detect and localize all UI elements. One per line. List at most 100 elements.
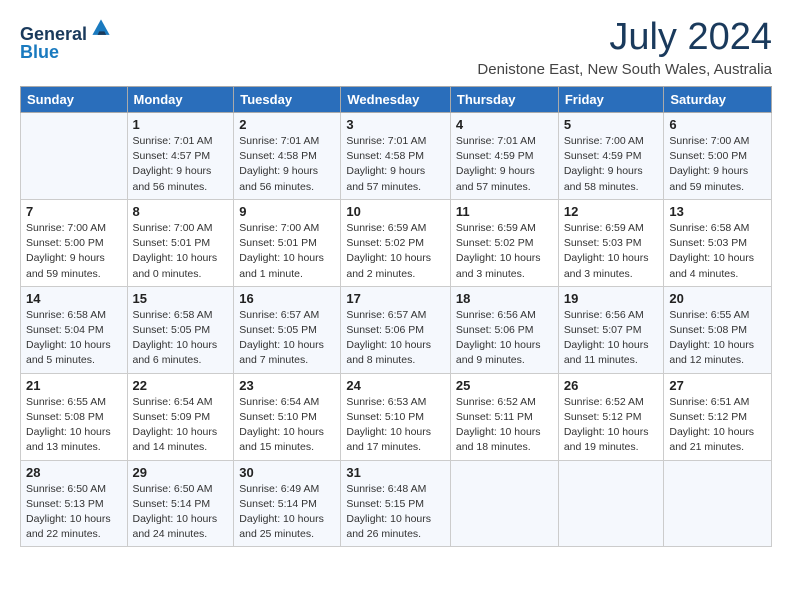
title-block: July 2024 Denistone East, New South Wale… — [477, 16, 772, 78]
day-number: 6 — [669, 117, 766, 132]
calendar-week-row: 21Sunrise: 6:55 AMSunset: 5:08 PMDayligh… — [21, 373, 772, 460]
cell-info: Sunrise: 6:58 AMSunset: 5:04 PMDaylight:… — [26, 308, 122, 369]
calendar-cell: 3 Sunrise: 7:01 AMSunset: 4:58 PMDaylight… — [341, 113, 451, 200]
day-number: 8 — [133, 204, 229, 219]
day-number: 26 — [564, 378, 659, 393]
day-number: 31 — [346, 465, 445, 480]
page-container: General Blue July 2024 Denistone East, N… — [0, 0, 792, 563]
calendar-cell: 1 Sunrise: 7:01 AMSunset: 4:57 PMDaylight… — [127, 113, 234, 200]
cell-info: Sunrise: 7:01 AMSunset: 4:59 PMDaylight:… — [456, 134, 553, 195]
cell-info: Sunrise: 6:52 AMSunset: 5:11 PMDaylight:… — [456, 395, 553, 456]
weekday-header: Thursday — [450, 87, 558, 113]
cell-info: Sunrise: 6:54 AMSunset: 5:09 PMDaylight:… — [133, 395, 229, 456]
cell-info: Sunrise: 6:57 AMSunset: 5:06 PMDaylight:… — [346, 308, 445, 369]
cell-info: Sunrise: 6:55 AMSunset: 5:08 PMDaylight:… — [669, 308, 766, 369]
calendar-cell: 11 Sunrise: 6:59 AMSunset: 5:02 PMDayligh… — [450, 199, 558, 286]
calendar-cell: 21Sunrise: 6:55 AMSunset: 5:08 PMDayligh… — [21, 373, 128, 460]
calendar-header-row: SundayMondayTuesdayWednesdayThursdayFrid… — [21, 87, 772, 113]
calendar-cell — [450, 460, 558, 547]
calendar-cell: 26 Sunrise: 6:52 AMSunset: 5:12 PMDayligh… — [558, 373, 664, 460]
cell-info: Sunrise: 7:01 AMSunset: 4:57 PMDaylight:… — [133, 134, 229, 195]
weekday-header: Sunday — [21, 87, 128, 113]
calendar-cell: 4 Sunrise: 7:01 AMSunset: 4:59 PMDaylight… — [450, 113, 558, 200]
cell-info: Sunrise: 6:52 AMSunset: 5:12 PMDaylight:… — [564, 395, 659, 456]
day-number: 16 — [239, 291, 335, 306]
calendar-cell: 30Sunrise: 6:49 AMSunset: 5:14 PMDayligh… — [234, 460, 341, 547]
day-number: 19 — [564, 291, 659, 306]
cell-info: Sunrise: 6:53 AMSunset: 5:10 PMDaylight:… — [346, 395, 445, 456]
day-number: 1 — [133, 117, 229, 132]
cell-info: Sunrise: 7:01 AMSunset: 4:58 PMDaylight:… — [239, 134, 335, 195]
weekday-header: Friday — [558, 87, 664, 113]
day-number: 20 — [669, 291, 766, 306]
cell-info: Sunrise: 6:50 AMSunset: 5:14 PMDaylight:… — [133, 482, 229, 543]
weekday-header: Wednesday — [341, 87, 451, 113]
day-number: 17 — [346, 291, 445, 306]
calendar-cell: 15Sunrise: 6:58 AMSunset: 5:05 PMDayligh… — [127, 286, 234, 373]
calendar-cell: 6 Sunrise: 7:00 AMSunset: 5:00 PMDaylight… — [664, 113, 772, 200]
day-number: 9 — [239, 204, 335, 219]
day-number: 27 — [669, 378, 766, 393]
day-number: 5 — [564, 117, 659, 132]
calendar-cell: 24 Sunrise: 6:53 AMSunset: 5:10 PMDayligh… — [341, 373, 451, 460]
cell-info: Sunrise: 6:48 AMSunset: 5:15 PMDaylight:… — [346, 482, 445, 543]
weekday-header: Monday — [127, 87, 234, 113]
cell-info: Sunrise: 6:55 AMSunset: 5:08 PMDaylight:… — [26, 395, 122, 456]
day-number: 10 — [346, 204, 445, 219]
calendar-week-row: 14 Sunrise: 6:58 AMSunset: 5:04 PMDayligh… — [21, 286, 772, 373]
cell-info: Sunrise: 6:54 AMSunset: 5:10 PMDaylight:… — [239, 395, 335, 456]
calendar-cell: 7Sunrise: 7:00 AMSunset: 5:00 PMDaylight… — [21, 199, 128, 286]
calendar-cell: 18Sunrise: 6:56 AMSunset: 5:06 PMDayligh… — [450, 286, 558, 373]
calendar-cell: 5 Sunrise: 7:00 AMSunset: 4:59 PMDaylight… — [558, 113, 664, 200]
day-number: 14 — [26, 291, 122, 306]
cell-info: Sunrise: 7:01 AMSunset: 4:58 PMDaylight:… — [346, 134, 445, 195]
cell-info: Sunrise: 6:59 AMSunset: 5:03 PMDaylight:… — [564, 221, 659, 282]
calendar-cell: 19Sunrise: 6:56 AMSunset: 5:07 PMDayligh… — [558, 286, 664, 373]
calendar-cell: 9 Sunrise: 7:00 AMSunset: 5:01 PMDaylight… — [234, 199, 341, 286]
weekday-header: Tuesday — [234, 87, 341, 113]
calendar-cell: 31 Sunrise: 6:48 AMSunset: 5:15 PMDayligh… — [341, 460, 451, 547]
calendar-table: SundayMondayTuesdayWednesdayThursdayFrid… — [20, 86, 772, 547]
day-number: 18 — [456, 291, 553, 306]
day-number: 28 — [26, 465, 122, 480]
calendar-cell: 2 Sunrise: 7:01 AMSunset: 4:58 PMDaylight… — [234, 113, 341, 200]
day-number: 24 — [346, 378, 445, 393]
day-number: 7 — [26, 204, 122, 219]
weekday-header: Saturday — [664, 87, 772, 113]
calendar-cell: 27 Sunrise: 6:51 AMSunset: 5:12 PMDayligh… — [664, 373, 772, 460]
calendar-cell: 10 Sunrise: 6:59 AMSunset: 5:02 PMDayligh… — [341, 199, 451, 286]
cell-info: Sunrise: 6:59 AMSunset: 5:02 PMDaylight:… — [456, 221, 553, 282]
day-number: 22 — [133, 378, 229, 393]
day-number: 15 — [133, 291, 229, 306]
day-number: 12 — [564, 204, 659, 219]
calendar-cell: 13 Sunrise: 6:58 AMSunset: 5:03 PMDayligh… — [664, 199, 772, 286]
calendar-week-row: 7Sunrise: 7:00 AMSunset: 5:00 PMDaylight… — [21, 199, 772, 286]
calendar-cell: 28Sunrise: 6:50 AMSunset: 5:13 PMDayligh… — [21, 460, 128, 547]
month-title: July 2024 — [477, 16, 772, 59]
day-number: 2 — [239, 117, 335, 132]
day-number: 3 — [346, 117, 445, 132]
day-number: 30 — [239, 465, 335, 480]
calendar-cell: 23Sunrise: 6:54 AMSunset: 5:10 PMDayligh… — [234, 373, 341, 460]
day-number: 13 — [669, 204, 766, 219]
cell-info: Sunrise: 7:00 AMSunset: 5:01 PMDaylight:… — [133, 221, 229, 282]
day-number: 4 — [456, 117, 553, 132]
calendar-cell: 29Sunrise: 6:50 AMSunset: 5:14 PMDayligh… — [127, 460, 234, 547]
cell-info: Sunrise: 7:00 AMSunset: 4:59 PMDaylight:… — [564, 134, 659, 195]
cell-info: Sunrise: 6:58 AMSunset: 5:03 PMDaylight:… — [669, 221, 766, 282]
cell-info: Sunrise: 7:00 AMSunset: 5:01 PMDaylight:… — [239, 221, 335, 282]
day-number: 11 — [456, 204, 553, 219]
cell-info: Sunrise: 7:00 AMSunset: 5:00 PMDaylight:… — [669, 134, 766, 195]
cell-info: Sunrise: 6:59 AMSunset: 5:02 PMDaylight:… — [346, 221, 445, 282]
cell-info: Sunrise: 6:51 AMSunset: 5:12 PMDaylight:… — [669, 395, 766, 456]
calendar-cell: 22 Sunrise: 6:54 AMSunset: 5:09 PMDayligh… — [127, 373, 234, 460]
logo-icon — [89, 16, 113, 40]
calendar-cell: 16Sunrise: 6:57 AMSunset: 5:05 PMDayligh… — [234, 286, 341, 373]
calendar-week-row: 1 Sunrise: 7:01 AMSunset: 4:57 PMDaylight… — [21, 113, 772, 200]
calendar-cell — [21, 113, 128, 200]
calendar-cell: 14 Sunrise: 6:58 AMSunset: 5:04 PMDayligh… — [21, 286, 128, 373]
calendar-cell: 17 Sunrise: 6:57 AMSunset: 5:06 PMDayligh… — [341, 286, 451, 373]
calendar-cell — [664, 460, 772, 547]
calendar-cell: 8 Sunrise: 7:00 AMSunset: 5:01 PMDaylight… — [127, 199, 234, 286]
logo: General Blue — [20, 16, 113, 63]
